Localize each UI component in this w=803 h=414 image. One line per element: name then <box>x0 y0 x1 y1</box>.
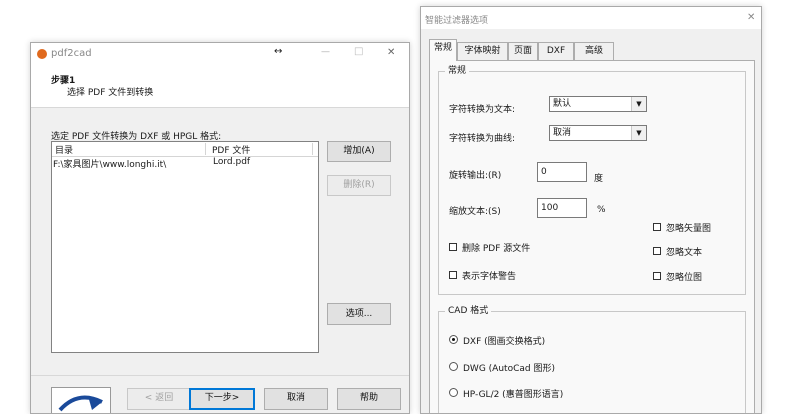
help-button[interactable]: 帮助 <box>337 388 401 410</box>
close-button[interactable]: ✕ <box>387 47 395 58</box>
char-to-curve-value: 取消 <box>553 128 572 138</box>
cancel-button[interactable]: 取消 <box>264 388 328 410</box>
options-button-label: 选项... <box>345 309 373 319</box>
cad-format-group-label: CAD 格式 <box>445 305 492 317</box>
ignore-text-checkbox[interactable] <box>653 247 661 255</box>
scale-label: 缩放文本:(S) <box>449 207 501 217</box>
rotate-input[interactable]: 0 <box>537 162 587 182</box>
delete-pdf-checkbox[interactable] <box>449 243 457 251</box>
rotate-label: 旋转输出:(R) <box>449 171 502 181</box>
tab-advanced[interactable]: 高级 <box>574 42 614 60</box>
step-header: 步骤1 选择 PDF 文件到转换 <box>31 65 409 108</box>
cad-hpgl-radio[interactable] <box>449 388 458 397</box>
ignore-bitmap-checkbox[interactable] <box>653 272 661 280</box>
font-warning-checkbox[interactable] <box>449 271 457 279</box>
app-icon <box>37 49 47 59</box>
back-button[interactable]: < 返回 <box>127 388 191 410</box>
cad-dxf-label: DXF (图画交换格式) <box>463 337 546 347</box>
tab-font-mapping[interactable]: 字体映射 <box>457 42 508 60</box>
scale-input[interactable]: 100 <box>537 198 587 218</box>
font-warning-label: 表示字体警告 <box>462 272 517 282</box>
filter-options-window: 智能过滤器选项 ✕ 常规 字体映射 页面 DXF 高级 常规 字符转换为文本: … <box>420 6 762 414</box>
cancel-button-label: 取消 <box>286 393 305 403</box>
scale-unit: % <box>597 205 606 215</box>
general-groupbox: 常规 字符转换为文本: 默认 ▼ 字符转换为曲线: 取消 ▼ 旋转输出:(R) … <box>438 65 746 295</box>
row-file: Lord.pdf <box>213 157 251 167</box>
options-button[interactable]: 选项... <box>327 303 391 325</box>
delete-button[interactable]: 删除(R) <box>327 175 391 196</box>
table-row[interactable]: F:\家具图片\www.longhi.it\ Lord.pdf <box>52 157 316 170</box>
general-group-label: 常规 <box>445 65 470 77</box>
next-button[interactable]: 下一步> <box>189 388 255 410</box>
minimize-button[interactable]: — <box>321 47 330 57</box>
cad-dwg-label: DWG (AutoCad 图形) <box>463 364 555 374</box>
tab-font-mapping-label: 字体映射 <box>464 46 501 56</box>
chevron-down-icon: ▼ <box>631 97 646 111</box>
tab-general-label: 常规 <box>433 43 452 53</box>
char-to-text-label: 字符转换为文本: <box>449 105 516 115</box>
window-title: pdf2cad <box>51 48 92 59</box>
pdf2cad-window: pdf2cad ↔ — □ ✕ 步骤1 选择 PDF 文件到转换 选定 PDF … <box>30 42 410 414</box>
column-header-pdf-file[interactable]: PDF 文件 <box>212 143 313 156</box>
list-header: 目录 PDF 文件 <box>52 142 318 157</box>
help-button-label: 帮助 <box>359 393 378 403</box>
ignore-vector-label: 忽略矢量图 <box>666 224 712 234</box>
ignore-bitmap-label: 忽略位图 <box>666 273 703 283</box>
tab-panel: 常规 字符转换为文本: 默认 ▼ 字符转换为曲线: 取消 ▼ 旋转输出:(R) … <box>429 60 755 413</box>
footer-logo <box>51 387 111 413</box>
row-directory: F:\家具图片\www.longhi.it\ <box>53 160 167 170</box>
filter-titlebar[interactable]: 智能过滤器选项 ✕ <box>421 7 761 29</box>
cad-dxf-radio[interactable] <box>449 335 458 344</box>
back-button-label: < 返回 <box>144 393 174 403</box>
ignore-vector-checkbox[interactable] <box>653 223 661 231</box>
tab-page-label: 页面 <box>513 46 532 56</box>
filter-close-button[interactable]: ✕ <box>747 12 755 23</box>
delete-button-label: 删除(R) <box>343 180 375 190</box>
add-button-label: 增加(A) <box>343 146 375 156</box>
logo-swoosh-icon <box>58 395 103 412</box>
tab-dxf-label: DXF <box>546 46 566 56</box>
filter-window-title: 智能过滤器选项 <box>425 16 489 26</box>
delete-pdf-label: 删除 PDF 源文件 <box>462 244 531 254</box>
next-button-label: 下一步> <box>204 393 240 403</box>
tab-general[interactable]: 常规 <box>429 39 457 61</box>
maximize-button[interactable]: □ <box>354 46 363 57</box>
add-button[interactable]: 增加(A) <box>327 141 391 162</box>
cad-format-groupbox: CAD 格式 DXF (图画交换格式) DWG (AutoCad 图形) HP-… <box>438 305 746 413</box>
resize-icon: ↔ <box>274 46 283 57</box>
file-list[interactable]: 目录 PDF 文件 F:\家具图片\www.longhi.it\ Lord.pd… <box>51 141 319 353</box>
cad-dwg-radio[interactable] <box>449 362 458 371</box>
footer-divider <box>31 375 409 376</box>
column-header-directory[interactable]: 目录 <box>55 143 206 156</box>
cad-hpgl-label: HP-GL/2 (惠普图形语言) <box>463 390 564 400</box>
rotate-unit: 度 <box>594 174 604 184</box>
char-to-curve-label: 字符转换为曲线: <box>449 134 516 144</box>
step-description: 选择 PDF 文件到转换 <box>67 88 154 98</box>
tab-dxf[interactable]: DXF <box>538 42 574 60</box>
chevron-down-icon: ▼ <box>631 126 646 140</box>
scale-value: 100 <box>541 203 559 213</box>
char-to-text-select[interactable]: 默认 ▼ <box>549 96 647 112</box>
pdf2cad-titlebar[interactable]: pdf2cad ↔ — □ ✕ <box>31 43 409 65</box>
tab-advanced-label: 高级 <box>584 46 603 56</box>
ignore-text-label: 忽略文本 <box>666 248 703 258</box>
char-to-curve-select[interactable]: 取消 ▼ <box>549 125 647 141</box>
tab-page[interactable]: 页面 <box>508 42 538 60</box>
char-to-text-value: 默认 <box>553 99 572 109</box>
rotate-value: 0 <box>541 167 547 177</box>
